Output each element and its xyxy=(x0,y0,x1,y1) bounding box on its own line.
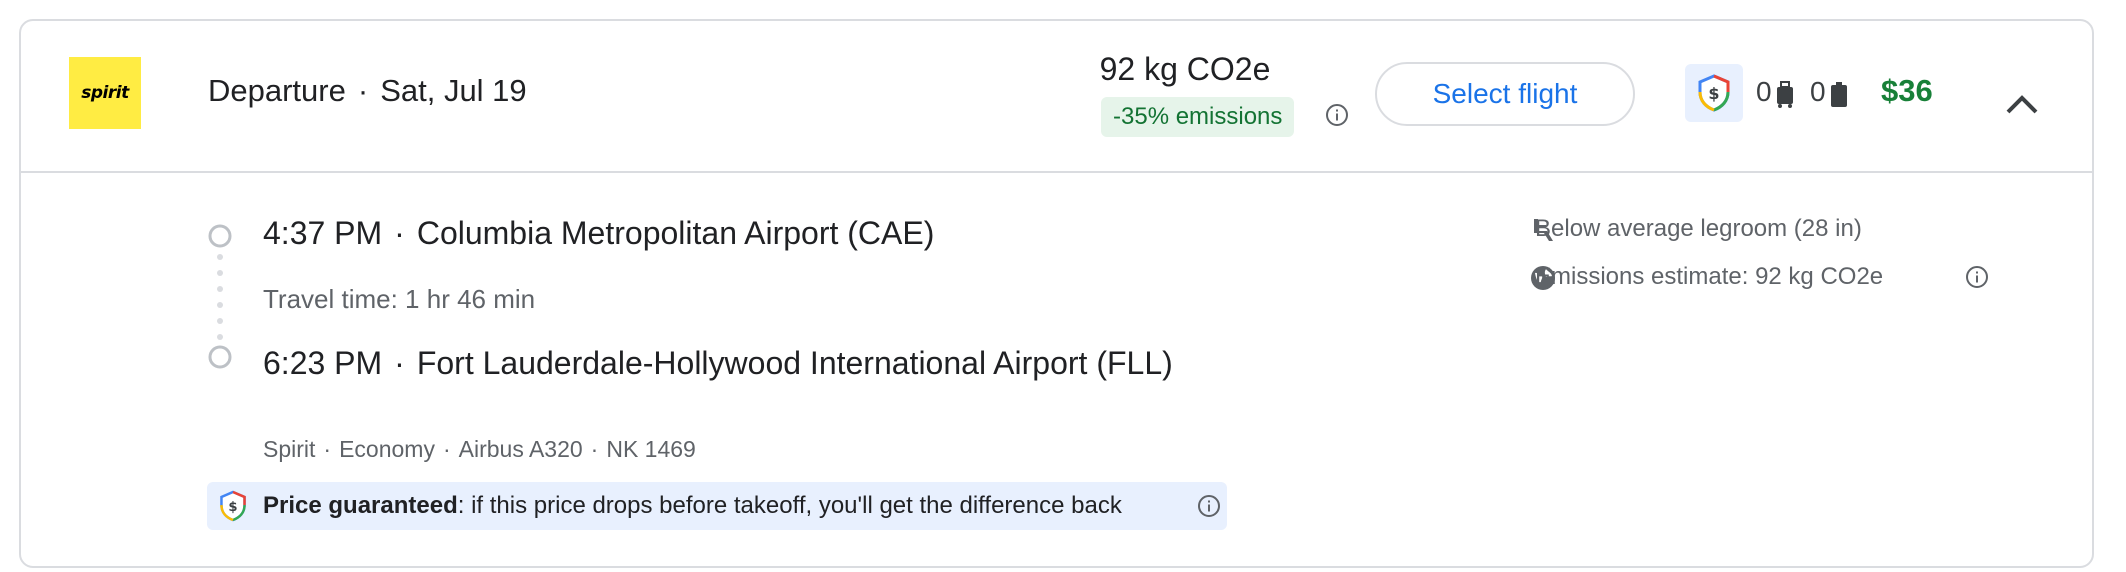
itinerary-timeline xyxy=(208,224,232,369)
shield-dollar-icon: $ xyxy=(1698,74,1730,112)
arrival-time: 6:23 PM xyxy=(263,345,383,381)
flight-details: Spirit · Economy · Airbus A320 · NK 1469 xyxy=(263,436,696,463)
checked-bag-count: 0 xyxy=(1810,76,1826,107)
divider xyxy=(21,171,2092,173)
guarantee-text: Price guaranteed: if this price drops be… xyxy=(263,492,1122,520)
select-flight-button[interactable]: Select flight xyxy=(1375,62,1635,126)
departure-label: Departure xyxy=(208,73,346,108)
legroom-text: Below average legroom (28 in) xyxy=(1535,215,1862,242)
departure-date: Sat, Jul 19 xyxy=(380,73,527,108)
carry-on-bag-icon xyxy=(1777,81,1793,108)
separator: · xyxy=(394,345,405,381)
detail-cabin: Economy xyxy=(339,436,435,462)
separator: · xyxy=(590,436,599,462)
price: $36 xyxy=(1881,73,1933,108)
travel-time: Travel time: 1 hr 46 min xyxy=(263,284,536,314)
svg-text:$: $ xyxy=(228,500,237,515)
flight-card-header[interactable]: spirit Departure · Sat, Jul 19 92 kg CO2e … xyxy=(21,21,2092,173)
departure-time: 4:37 PM xyxy=(263,215,383,251)
emissions-value: 92 kg CO2e xyxy=(1099,51,1271,87)
separator: · xyxy=(394,215,405,251)
chevron-up-icon[interactable] xyxy=(2005,93,2039,115)
carry-on-count: 0 xyxy=(1756,76,1772,107)
price-guarantee-banner: $ Price guaranteed: if this price drops … xyxy=(207,482,1227,530)
departure-airport: Columbia Metropolitan Airport (CAE) xyxy=(416,215,935,251)
emissions-info-icon[interactable] xyxy=(1325,103,1349,127)
detail-airline: Spirit xyxy=(263,436,316,462)
departure-title: Departure · Sat, Jul 19 xyxy=(208,73,527,109)
price-guarantee-badge[interactable]: $ xyxy=(1685,64,1743,122)
guarantee-description: : if this price drops before takeoff, yo… xyxy=(457,492,1122,519)
emissions-badge: -35% emissions xyxy=(1101,97,1295,137)
emissions-estimate-info-icon[interactable] xyxy=(1965,265,1989,289)
arrival-row: 6:23 PM · Fort Lauderdale-Hollywood Intern… xyxy=(263,345,1173,382)
emissions-estimate-text: Emissions estimate: 92 kg CO2e xyxy=(1535,263,1884,290)
detail-flight-number: NK 1469 xyxy=(606,436,696,462)
svg-text:$: $ xyxy=(1708,84,1719,103)
detail-aircraft: Airbus A320 xyxy=(458,436,583,462)
shield-dollar-icon: $ xyxy=(220,490,246,522)
guarantee-info-icon[interactable] xyxy=(1197,494,1221,518)
arrival-airport: Fort Lauderdale-Hollywood International … xyxy=(416,345,1173,381)
separator: · xyxy=(323,436,332,462)
separator: · xyxy=(357,73,369,108)
guarantee-title: Price guaranteed xyxy=(263,492,458,519)
departure-row: 4:37 PM · Columbia Metropolitan Airport (C… xyxy=(263,215,934,252)
airline-logo: spirit xyxy=(69,57,141,129)
checked-bag-icon xyxy=(1831,82,1847,107)
separator: · xyxy=(442,436,451,462)
flight-card: spirit Departure · Sat, Jul 19 92 kg CO2e … xyxy=(19,19,2094,568)
